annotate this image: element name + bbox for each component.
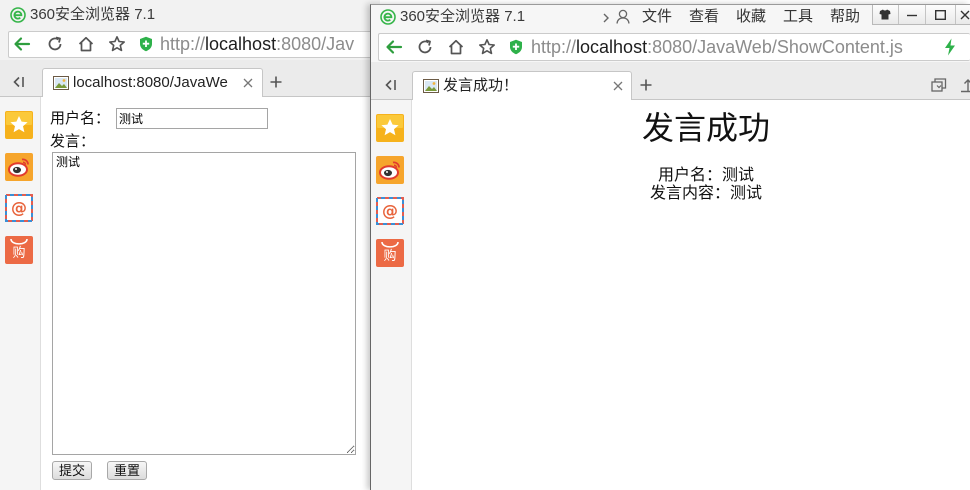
weibo-icon[interactable] [5, 153, 33, 181]
mail-icon[interactable]: @ [5, 194, 33, 222]
tab-label: localhost:8080/JavaWe [73, 74, 228, 91]
home-icon[interactable] [447, 38, 465, 56]
tab-close-icon[interactable] [243, 78, 253, 88]
360-browser-logo-icon [10, 7, 26, 23]
url-scheme: http:// [160, 34, 206, 54]
skin-button[interactable] [873, 5, 899, 24]
url-path: :8080/Jav [276, 34, 355, 54]
mail-icon[interactable]: @ [376, 197, 404, 225]
browser-window-back: 360安全浏览器 7.1 http://localhost:8080/Jav l… [0, 0, 380, 490]
tab-close-icon[interactable] [613, 81, 623, 91]
reset-button[interactable]: 重置 [107, 461, 147, 480]
tab-active[interactable]: 发言成功！ [412, 71, 632, 100]
window-title: 360安全浏览器 7.1 [400, 8, 526, 25]
window-controls [872, 5, 970, 25]
username-input[interactable] [116, 108, 268, 129]
result-content-value: 测试 [730, 185, 763, 202]
favorite-star-icon[interactable] [478, 38, 496, 56]
new-tab-icon[interactable] [640, 79, 652, 91]
username-label: 用户名： [50, 111, 111, 127]
mail-at-glyph: @ [382, 201, 398, 220]
result-content-label: 发言内容： [649, 185, 730, 202]
close-icon [960, 10, 970, 20]
skin-icon [879, 9, 891, 20]
sidebar: @ 购 [371, 100, 412, 490]
sidebar-toggle-icon[interactable] [384, 78, 398, 92]
page-content: 用户名： 发言： 测试 提交 重置 [41, 97, 380, 490]
back-arrow-icon[interactable] [13, 35, 31, 53]
result-username-line: 用户名：测试 [560, 167, 852, 185]
result-username-label: 用户名： [657, 167, 722, 184]
sidebar-toggle-icon[interactable] [12, 75, 26, 89]
speed-mode-lightning-icon[interactable] [944, 38, 956, 56]
tab-active[interactable]: localhost:8080/JavaWe [42, 68, 263, 97]
page-title: 发言成功 [641, 110, 770, 146]
security-shield-icon[interactable] [139, 36, 153, 52]
sidebar: @ 购 [0, 97, 41, 490]
result-content-line: 发言内容：测试 [560, 185, 852, 203]
back-arrow-icon[interactable] [385, 38, 403, 56]
mail-at-glyph: @ [11, 198, 27, 217]
refresh-icon[interactable] [46, 35, 64, 53]
page-favicon-icon [53, 75, 69, 91]
menu-tools[interactable]: 工具 [783, 8, 813, 26]
shopping-icon[interactable]: 购 [376, 239, 404, 267]
submit-button[interactable]: 提交 [52, 461, 92, 480]
maximize-icon [935, 9, 947, 20]
360-browser-logo-icon [380, 9, 396, 25]
menu-help[interactable]: 帮助 [830, 8, 860, 26]
result-username-value: 测试 [722, 167, 755, 184]
menu-favorites[interactable]: 收藏 [736, 8, 766, 26]
window-title: 360安全浏览器 7.1 [30, 6, 156, 23]
closed-tabs-icon[interactable] [931, 77, 947, 93]
tab-tools-icon[interactable] [960, 77, 970, 93]
menu-file[interactable]: 文件 [642, 8, 672, 26]
minimize-icon [907, 10, 918, 20]
maximize-button[interactable] [926, 5, 956, 24]
minimize-button[interactable] [898, 5, 927, 24]
refresh-icon[interactable] [416, 38, 434, 56]
message-textarea[interactable]: 测试 [52, 152, 356, 455]
url-scheme: http:// [531, 37, 577, 57]
favorites-star-icon[interactable] [5, 111, 33, 139]
favorites-star-icon[interactable] [376, 114, 404, 142]
page-favicon-icon [423, 78, 439, 94]
user-icon[interactable] [616, 9, 630, 24]
menu-view[interactable]: 查看 [689, 8, 719, 26]
url-host: localhost [205, 34, 277, 54]
message-label: 发言： [50, 134, 96, 150]
url-text[interactable]: http://localhost:8080/Jav [160, 33, 354, 55]
chevron-right-icon[interactable] [602, 13, 610, 23]
tab-label: 发言成功！ [443, 77, 519, 94]
new-tab-icon[interactable] [270, 76, 282, 88]
weibo-icon[interactable] [376, 156, 404, 184]
page-content: 发言成功 用户名：测试 发言内容：测试 [412, 100, 970, 490]
security-shield-icon[interactable] [509, 39, 523, 55]
url-host: localhost [576, 37, 648, 57]
shopping-glyph: 购 [383, 249, 397, 264]
url-path: :8080/JavaWeb/ShowContent.js [647, 37, 903, 57]
browser-window-front: 360安全浏览器 7.1 文件 查看 收藏 工具 帮助 http://local… [370, 4, 970, 490]
favorite-star-icon[interactable] [108, 35, 126, 53]
url-text[interactable]: http://localhost:8080/JavaWeb/ShowConten… [531, 36, 903, 58]
home-icon[interactable] [77, 35, 95, 53]
shopping-icon[interactable]: 购 [5, 236, 33, 264]
shopping-glyph: 购 [12, 246, 26, 261]
close-button[interactable] [956, 5, 970, 24]
